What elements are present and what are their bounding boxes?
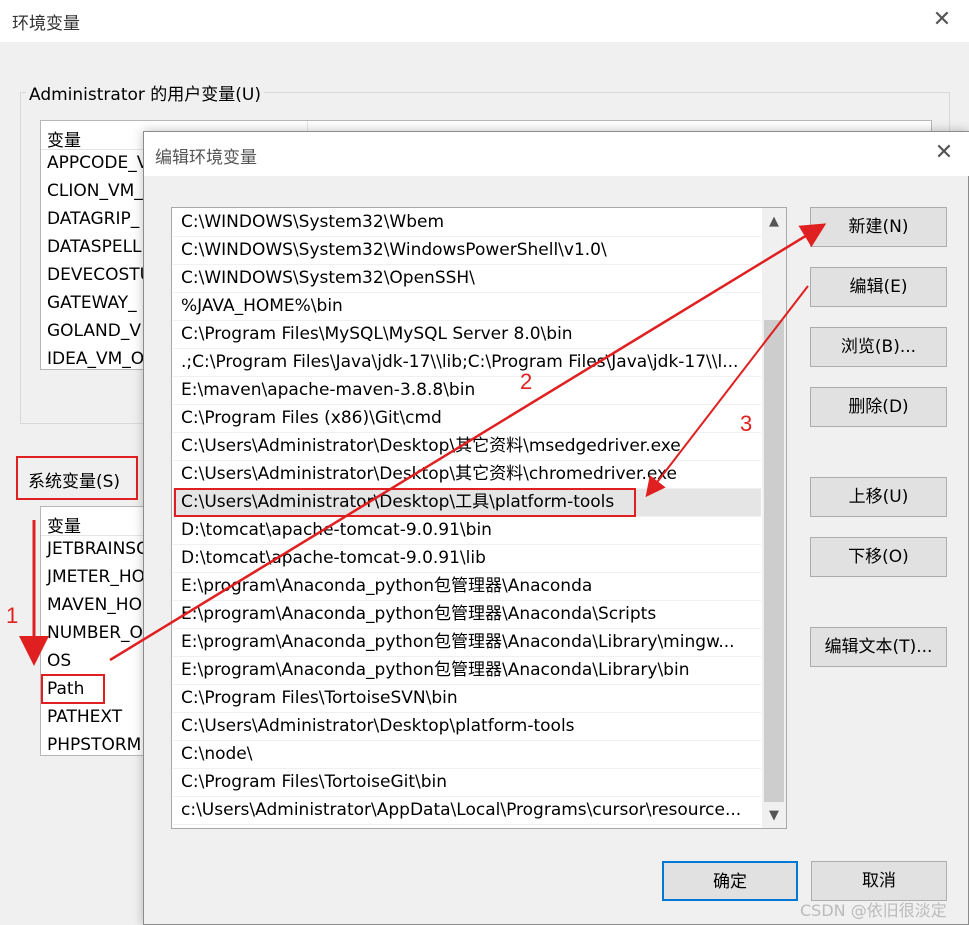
annotation-step-2: 2 [520,369,533,394]
user-header-variable[interactable]: 变量 [47,126,81,151]
path-entry[interactable]: C:\Users\Administrator\Desktop\其它资料\chro… [173,461,761,489]
system-list-header: 变量 [41,507,151,537]
scroll-down-icon[interactable]: ▼ [762,804,786,828]
path-entry[interactable]: D:\tomcat\apache-tomcat-9.0.91\lib [173,545,761,573]
annotation-step-1: 1 [6,603,19,628]
system-variable-row[interactable]: JMETER_HO [47,563,145,591]
path-entry[interactable]: E:\program\Anaconda_python包管理器\Anaconda\… [173,601,761,629]
watermark: CSDN @依旧很淡定 [800,901,947,920]
path-entry[interactable]: C:\Program Files\TortoiseGit\bin [173,769,761,797]
env-window-titlebar [0,0,969,42]
path-entry[interactable]: E:\maven\apache-maven-3.8.8\bin [173,377,761,405]
system-header-variable[interactable]: 变量 [47,512,81,537]
path-entry[interactable]: C:\WINDOWS\System32\OpenSSH\ [173,265,761,293]
user-variable-row[interactable]: APPCODE_V [47,149,148,177]
path-variable-highlight [41,674,105,704]
scroll-up-icon[interactable]: ▲ [762,210,786,234]
env-window-title: 环境变量 [12,14,80,34]
scrollbar-thumb[interactable] [764,320,784,802]
system-variables-label: 系统变量(S) [28,472,121,492]
user-variable-row[interactable]: DATAGRIP_ [47,205,139,233]
close-icon[interactable]: ✕ [930,8,954,32]
edit-text-button[interactable]: 编辑文本(T)... [810,627,947,667]
dialog-titlebar [144,132,969,176]
user-variable-row[interactable]: CLION_VM_ [47,177,143,205]
system-variable-row[interactable]: MAVEN_HO [47,591,142,619]
user-variable-row[interactable]: DEVECOSTU [47,261,152,289]
selected-entry-highlight [174,488,636,517]
dialog-close-icon[interactable]: ✕ [932,141,956,165]
dialog-title: 编辑环境变量 [155,148,257,168]
system-variable-row[interactable]: JETBRAINSC [47,535,148,563]
system-variable-row[interactable]: NUMBER_O [47,619,143,647]
user-variable-row[interactable]: GOLAND_V [47,317,141,345]
path-entry[interactable]: C:\node\ [173,741,761,769]
browse-button[interactable]: 浏览(B)... [810,327,947,367]
delete-button[interactable]: 删除(D) [810,387,947,427]
path-entry[interactable]: C:\Users\Administrator\Desktop\platform-… [173,713,761,741]
path-entries-list[interactable]: C:\WINDOWS\System32\Wbem C:\WINDOWS\Syste… [171,207,787,829]
path-entry[interactable]: E:\program\Anaconda_python包管理器\Anaconda [173,573,761,601]
ok-button[interactable]: 确定 [662,861,798,901]
user-variable-row[interactable]: IDEA_VM_O [47,345,144,369]
path-entry[interactable]: C:\Program Files\TortoiseSVN\bin [173,685,761,713]
system-variable-row[interactable]: PATHEXT [47,703,122,731]
path-entry[interactable]: E:\program\Anaconda_python包管理器\Anaconda\… [173,629,761,657]
path-entry[interactable]: C:\WINDOWS\System32\Wbem [173,209,761,237]
user-variable-row[interactable]: GATEWAY_ [47,289,137,317]
path-entry[interactable]: C:\WINDOWS\System32\WindowsPowerShell\v1… [173,237,761,265]
path-entry[interactable]: C:\Program Files\MySQL\MySQL Server 8.0\… [173,321,761,349]
path-entry[interactable]: c:\Users\Administrator\AppData\Local\Pro… [173,797,761,825]
path-entry[interactable]: %JAVA_HOME%\bin [173,293,761,321]
path-entry[interactable]: E:\program\Anaconda_python包管理器\Anaconda\… [173,657,761,685]
cancel-button[interactable]: 取消 [811,861,947,901]
path-entry[interactable]: .;C:\Program Files\Java\jdk-17\\lib;C:\P… [173,349,761,377]
edit-button[interactable]: 编辑(E) [810,267,947,307]
move-up-button[interactable]: 上移(U) [810,477,947,517]
move-down-button[interactable]: 下移(O) [810,537,947,577]
system-variable-row[interactable]: OS [47,647,71,675]
new-button[interactable]: 新建(N) [810,207,947,247]
user-variables-label: Administrator 的用户变量(U) [26,80,264,105]
user-variable-row[interactable]: DATASPELL [47,233,142,261]
path-entry[interactable]: D:\tomcat\apache-tomcat-9.0.91\bin [173,517,761,545]
path-entry[interactable]: C:\Program Files (x86)\Git\cmd [173,405,761,433]
path-entry[interactable]: C:\Users\Administrator\Desktop\其它资料\msed… [173,433,761,461]
system-variables-list[interactable]: 变量 JETBRAINSC JMETER_HO MAVEN_HO NUMBER_O OS… [40,506,152,756]
annotation-step-3: 3 [740,411,753,436]
system-variable-row[interactable]: PHPSTORM [47,731,141,755]
